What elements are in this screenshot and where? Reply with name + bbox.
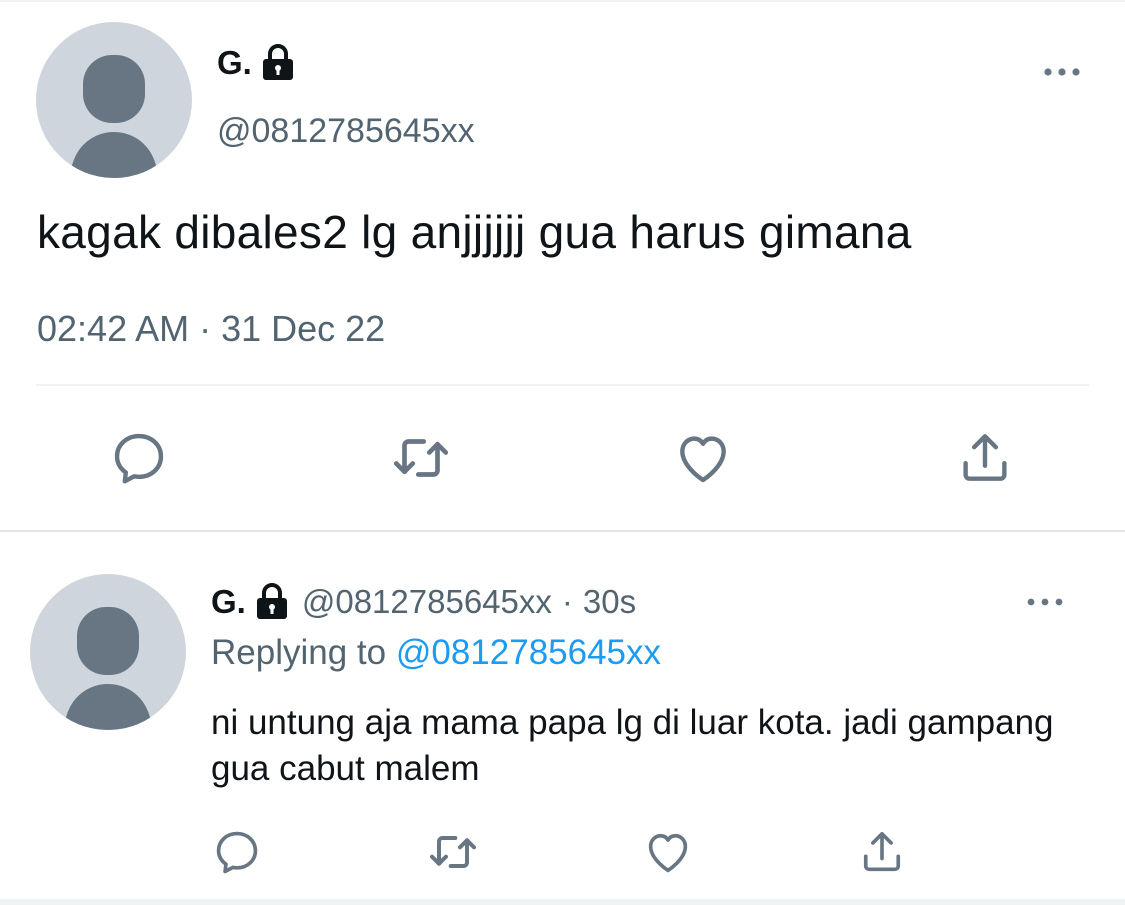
default-avatar-icon	[70, 55, 158, 178]
lock-icon	[256, 583, 287, 619]
like-button[interactable]	[638, 822, 698, 882]
tweet-timestamp[interactable]: 02:42 AM · 31 Dec 22	[37, 308, 385, 350]
reply-age[interactable]: 30s	[583, 583, 636, 621]
like-icon	[680, 436, 726, 483]
bottom-divider	[0, 899, 1125, 905]
user-handle[interactable]: @0812785645xx	[217, 112, 475, 151]
retweet-button[interactable]	[423, 822, 483, 882]
more-icon[interactable]	[1042, 66, 1082, 78]
reply-icon	[216, 831, 258, 874]
lock-icon	[262, 44, 293, 80]
reply-display-name-text: G.	[211, 583, 246, 620]
tweet-thread-page: G. @0812785645xx kagak dibales2 lg anjjj…	[0, 0, 1125, 905]
share-button[interactable]	[852, 822, 912, 882]
replying-to: Replying to @0812785645xx	[211, 633, 661, 673]
reply-button[interactable]	[207, 822, 267, 882]
like-icon	[648, 833, 688, 873]
reply-avatar[interactable]	[30, 574, 186, 730]
reply-icon	[114, 433, 164, 484]
share-icon	[863, 831, 901, 872]
actions-divider	[36, 384, 1089, 386]
reply-header: G. @0812785645xx · 30s	[211, 583, 636, 621]
replying-to-label: Replying to	[211, 633, 387, 672]
avatar[interactable]	[36, 22, 192, 178]
share-button[interactable]	[950, 423, 1020, 493]
meta-separator: ·	[561, 583, 573, 620]
reply-text: ni untung aja mama papa lg di luar kota.…	[211, 703, 1054, 788]
display-name-text: G.	[217, 44, 252, 81]
share-icon	[963, 434, 1007, 481]
tweet-text: kagak dibales2 lg anjjjjjj gua harus gim…	[37, 206, 912, 258]
retweet-icon	[430, 836, 476, 868]
retweet-button[interactable]	[386, 423, 456, 493]
like-button[interactable]	[668, 423, 738, 493]
reply-button[interactable]	[104, 423, 174, 493]
display-name[interactable]: G.	[217, 44, 296, 82]
tweet-separator	[0, 530, 1125, 532]
reply-handle[interactable]: @0812785645xx	[302, 583, 552, 621]
default-avatar-icon	[64, 607, 152, 730]
retweet-icon	[393, 439, 449, 477]
reply-display-name[interactable]: G.	[211, 583, 290, 621]
replying-to-link[interactable]: @0812785645xx	[396, 633, 661, 672]
main-tweet: G. @0812785645xx kagak dibales2 lg anjjj…	[0, 0, 1125, 530]
more-icon[interactable]	[1025, 596, 1065, 608]
